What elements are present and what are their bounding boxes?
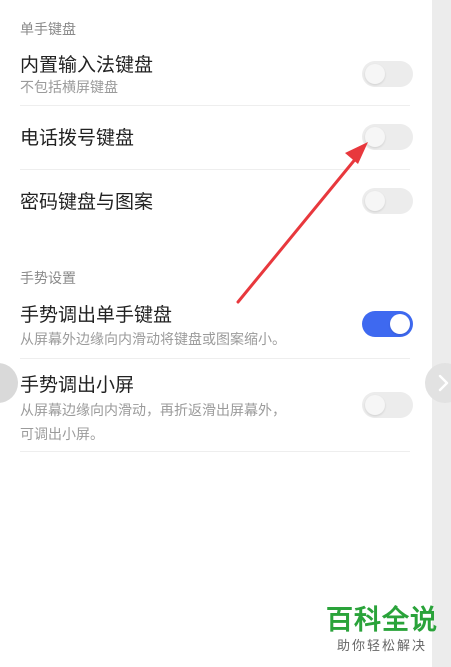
right-edge-rail — [432, 0, 451, 667]
row-subtitle: 从屏幕外边缘向内滑动将键盘或图案缩小。 — [20, 332, 286, 348]
toggle-knob — [365, 127, 385, 147]
toggle-knob — [390, 314, 410, 334]
dialer-toggle[interactable] — [362, 124, 413, 150]
row-dialer[interactable]: 电话拨号键盘 — [0, 106, 432, 169]
watermark-sub: 助你轻松解决 — [336, 639, 427, 654]
gesture-small-screen-toggle[interactable] — [362, 392, 413, 418]
divider — [20, 451, 410, 452]
row-title: 密码键盘与图案 — [20, 191, 154, 213]
toggle-knob — [365, 191, 385, 211]
row-title: 手势调出单手键盘 — [20, 304, 173, 326]
row-subtitle: 不包括横屏键盘 — [20, 80, 118, 96]
section-header-gesture: 手势设置 — [20, 271, 76, 287]
toggle-knob — [365, 395, 385, 415]
password-toggle[interactable] — [362, 188, 413, 214]
section-header-one-handed: 单手键盘 — [20, 22, 76, 38]
row-gesture-one-handed[interactable]: 手势调出单手键盘 从屏幕外边缘向内滑动将键盘或图案缩小。 — [0, 290, 432, 358]
watermark-logo: 百科全说 助你轻松解决 — [326, 605, 438, 657]
row-title: 电话拨号键盘 — [20, 127, 135, 149]
row-gesture-small-screen[interactable]: 手势调出小屏 从屏幕边缘向内滑动，再折返滑出屏幕外， 可调出小屏。 — [0, 359, 432, 451]
builtin-ime-toggle[interactable] — [362, 61, 413, 87]
watermark-main: 百科全说 — [326, 605, 438, 636]
gesture-one-handed-toggle[interactable] — [362, 311, 413, 337]
row-builtin-ime[interactable]: 内置输入法键盘 不包括横屏键盘 — [0, 40, 432, 105]
row-subtitle: 从屏幕边缘向内滑动，再折返滑出屏幕外， — [20, 403, 286, 419]
row-password[interactable]: 密码键盘与图案 — [0, 170, 432, 232]
toggle-knob — [365, 64, 385, 84]
row-title: 手势调出小屏 — [20, 374, 135, 396]
row-title: 内置输入法键盘 — [20, 54, 154, 76]
row-subtitle: 可调出小屏。 — [20, 427, 104, 443]
